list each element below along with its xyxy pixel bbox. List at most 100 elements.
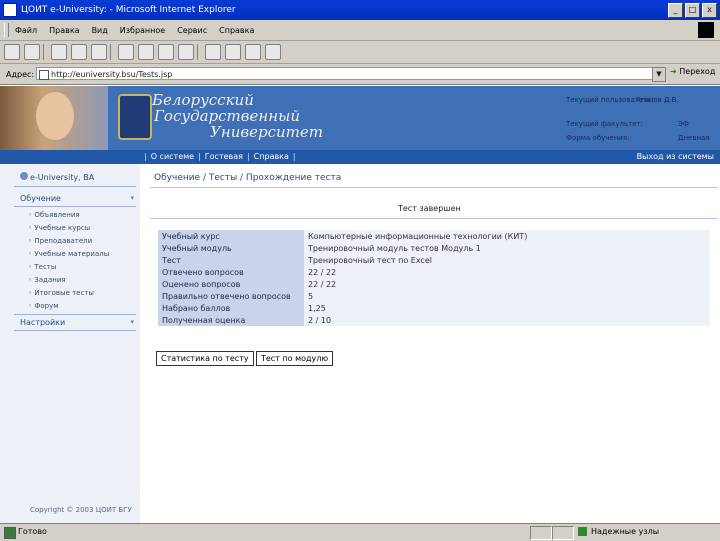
nav-about-link[interactable]: О системе xyxy=(151,152,194,161)
close-button[interactable]: x xyxy=(702,3,717,18)
favorites-icon[interactable] xyxy=(138,44,154,60)
print-icon[interactable] xyxy=(225,44,241,60)
globe-icon xyxy=(20,172,28,180)
nav-guest-link[interactable]: Гостевая xyxy=(205,152,243,161)
status-text: Готово xyxy=(18,527,47,536)
page-done-icon xyxy=(4,527,16,539)
row-key: Отвечено вопросов xyxy=(158,266,304,278)
site-banner: Белорусский Государственный Университет … xyxy=(0,86,720,150)
sidebar-item-final-tests[interactable]: ◦ Итоговые тесты xyxy=(28,289,94,297)
sidebar-header-label: e-University, BA xyxy=(30,173,95,182)
sidebar-item-materials[interactable]: ◦ Учебные материалы xyxy=(28,250,109,258)
browser-toolbar xyxy=(0,41,720,64)
nav-help-link[interactable]: Справка xyxy=(254,152,289,161)
back-icon[interactable] xyxy=(4,44,20,60)
user-info-value: Дневная xyxy=(678,134,710,142)
table-row: Правильно отвечено вопросов 5 xyxy=(158,290,710,302)
row-value: 2 / 10 xyxy=(304,314,710,326)
trusted-zone-icon xyxy=(578,527,587,536)
row-value: 22 / 22 xyxy=(304,278,710,290)
toolbar-grip[interactable] xyxy=(4,23,9,37)
go-button[interactable]: ➜ Переход xyxy=(670,67,715,76)
title-bar: ЦОИТ e-University: - Microsoft Internet … xyxy=(0,0,720,20)
university-name-line: Государственный xyxy=(154,107,300,125)
go-arrow-icon: ➜ xyxy=(670,67,677,76)
security-zone-label: Надежные узлы xyxy=(591,527,660,536)
test-status: Тест завершен xyxy=(398,204,461,213)
address-url: http://euniversity.bsu/Tests.jsp xyxy=(51,70,173,79)
sidebar-item-courses[interactable]: ◦ Учебные курсы xyxy=(28,224,90,232)
table-row: Полученная оценка 2 / 10 xyxy=(158,314,710,326)
test-result-table: Учебный курс Компьютерные информационные … xyxy=(158,230,710,326)
window-title: ЦОИТ e-University: - Microsoft Internet … xyxy=(21,5,236,15)
edit-icon[interactable] xyxy=(245,44,261,60)
table-row: Учебный модуль Тренировочный модуль тесто… xyxy=(158,242,710,254)
top-nav: | О системе | Гостевая | Справка | Выход… xyxy=(0,150,720,164)
university-name: Белорусский Государственный Университет xyxy=(152,92,323,140)
test-statistics-button[interactable]: Статистика по тесту xyxy=(156,351,254,366)
address-label: Адрес: xyxy=(6,69,35,79)
logout-link[interactable]: Выход из системы xyxy=(637,152,714,161)
sidebar-section-learning[interactable]: Обучение ▾ xyxy=(20,194,136,203)
address-input[interactable]: http://euniversity.bsu/Tests.jsp xyxy=(36,67,664,80)
maximize-button[interactable]: □ xyxy=(685,3,700,18)
expand-icon: ▾ xyxy=(130,318,134,326)
menu-edit[interactable]: Правка xyxy=(49,26,79,35)
home-icon[interactable] xyxy=(91,44,107,60)
address-dropdown-button[interactable]: ▼ xyxy=(652,67,666,82)
menu-tools[interactable]: Сервис xyxy=(177,26,207,35)
row-key: Учебный модуль xyxy=(158,242,304,254)
address-bar: Адрес: http://euniversity.bsu/Tests.jsp … xyxy=(0,64,720,85)
search-icon[interactable] xyxy=(118,44,134,60)
copyright: Copyright © 2003 ЦОИТ БГУ xyxy=(30,506,132,514)
table-row: Отвечено вопросов 22 / 22 xyxy=(158,266,710,278)
row-value: 5 xyxy=(304,290,710,302)
user-info-value: Агапов Д.В. xyxy=(636,96,679,104)
row-value: 22 / 22 xyxy=(304,266,710,278)
forward-icon[interactable] xyxy=(24,44,40,60)
windows-logo-icon xyxy=(698,22,714,38)
row-value: 1,25 xyxy=(304,302,710,314)
user-info-label: Форма обучения: xyxy=(566,134,630,142)
university-name-line: Белорусский xyxy=(152,91,254,109)
minimize-button[interactable]: _ xyxy=(668,3,683,18)
sidebar-item-assignments[interactable]: ◦ Задания xyxy=(28,276,66,284)
table-row: Набрано баллов 1,25 xyxy=(158,302,710,314)
user-info-label: Текущий факультет: xyxy=(566,120,643,128)
row-key: Оценено вопросов xyxy=(158,278,304,290)
refresh-icon[interactable] xyxy=(71,44,87,60)
sidebar-section-label: Настройки xyxy=(20,318,66,327)
table-row: Учебный курс Компьютерные информационные … xyxy=(158,230,710,242)
row-key: Правильно отвечено вопросов xyxy=(158,290,304,302)
menu-bar: Файл Правка Вид Избранное Сервис Справка xyxy=(0,20,720,41)
module-test-button[interactable]: Тест по модулю xyxy=(256,351,334,366)
sidebar-item-teachers[interactable]: ◦ Преподаватели xyxy=(28,237,92,245)
menu-file[interactable]: Файл xyxy=(15,26,37,35)
menu-help[interactable]: Справка xyxy=(219,26,254,35)
row-value: Тренировочный модуль тестов Модуль 1 xyxy=(304,242,710,254)
sidebar-section-label: Обучение xyxy=(20,194,61,203)
table-row: Тест Тренировочный тест по Excel xyxy=(158,254,710,266)
ie-app-icon xyxy=(3,3,17,17)
menu-view[interactable]: Вид xyxy=(92,26,108,35)
sidebar: e-University, BA Обучение ▾ ◦ Объявления… xyxy=(0,164,140,523)
stop-icon[interactable] xyxy=(51,44,67,60)
sidebar-item-announcements[interactable]: ◦ Объявления xyxy=(28,211,80,219)
go-label: Переход xyxy=(679,67,716,76)
row-key: Набрано баллов xyxy=(158,302,304,314)
sidebar-section-settings[interactable]: Настройки ▾ xyxy=(20,318,136,327)
row-value: Тренировочный тест по Excel xyxy=(304,254,710,266)
row-value: Компьютерные информационные технологии (… xyxy=(304,230,710,242)
discuss-icon[interactable] xyxy=(265,44,281,60)
window-controls: _ □ x xyxy=(668,3,717,18)
row-key: Тест xyxy=(158,254,304,266)
breadcrumb: Обучение / Тесты / Прохождение теста xyxy=(154,173,342,183)
media-icon[interactable] xyxy=(158,44,174,60)
university-crest-icon xyxy=(118,94,152,140)
menu-favorites[interactable]: Избранное xyxy=(120,26,165,35)
history-icon[interactable] xyxy=(178,44,194,60)
mail-icon[interactable] xyxy=(205,44,221,60)
sidebar-item-forum[interactable]: ◦ Форум xyxy=(28,302,59,310)
status-bar: Готово Надежные узлы xyxy=(0,523,720,541)
sidebar-item-tests[interactable]: ◦ Тесты xyxy=(28,263,56,271)
